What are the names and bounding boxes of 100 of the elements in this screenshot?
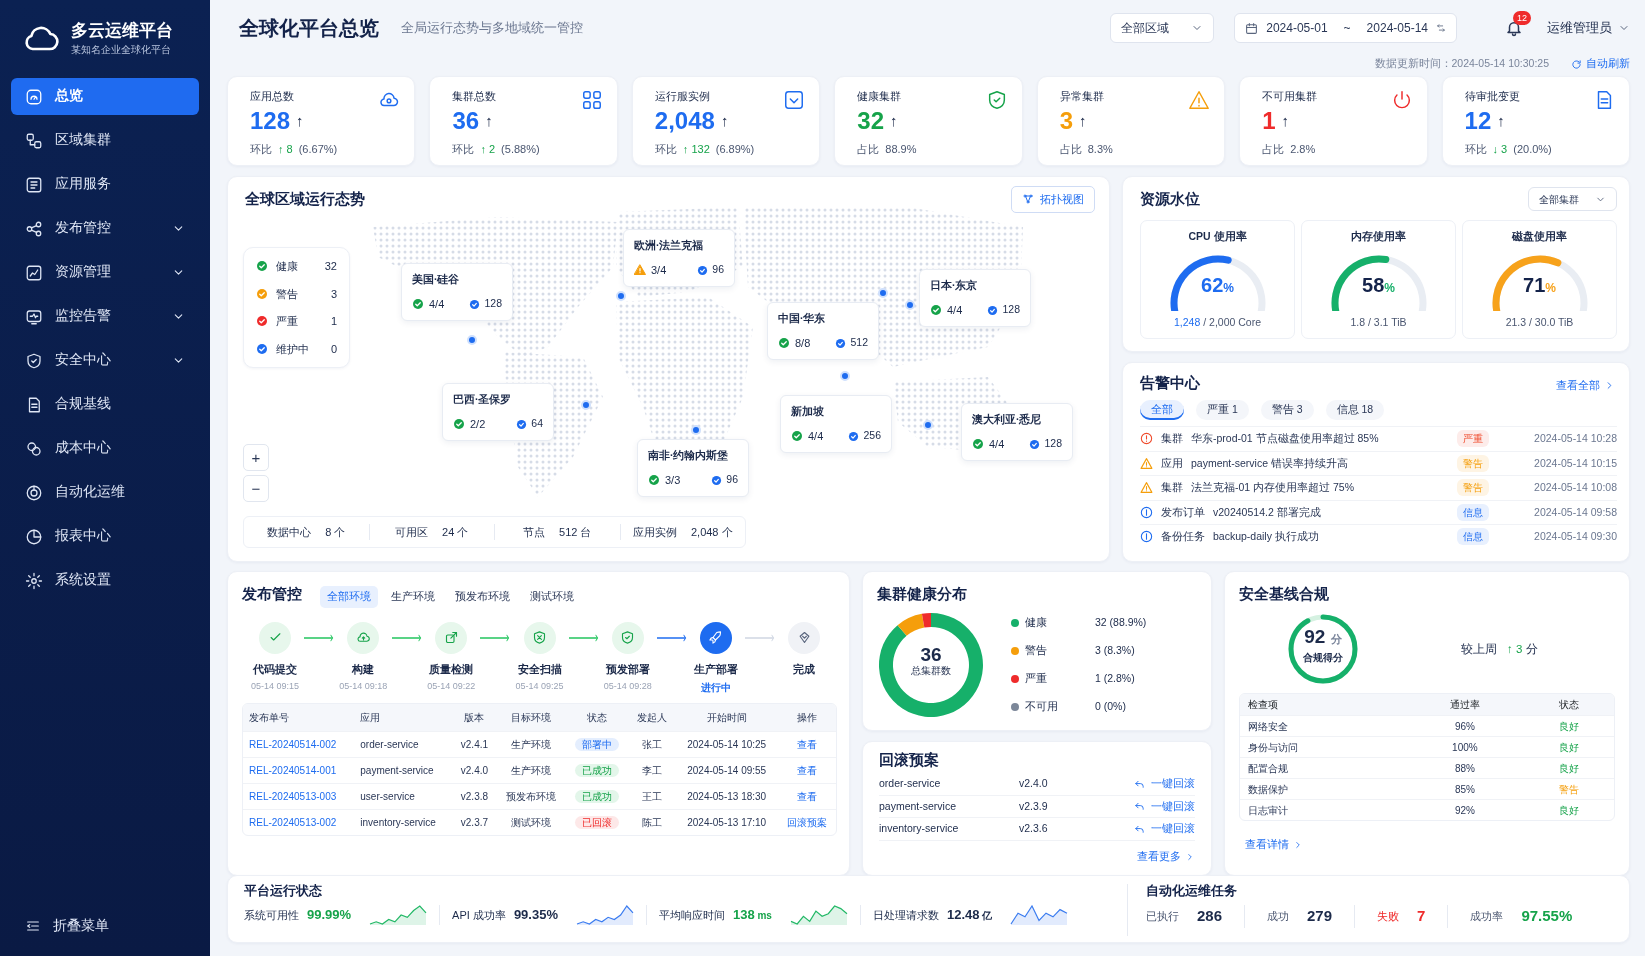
alert-item[interactable]: 应用 payment-service 错误率持续升高 警告 2024-05-14 10:15 <box>1140 450 1617 476</box>
metric-value: 279 <box>1307 906 1333 926</box>
compliance-score: 92 分 <box>1303 627 1343 649</box>
brand-subtitle: 某知名企业全球化平台 <box>71 42 172 57</box>
table-cell: 100% <box>1406 736 1523 758</box>
target-icon <box>25 483 43 502</box>
metric-label: 系统可用性 <box>244 907 299 923</box>
view-all-link[interactable]: 查看全部 <box>1556 377 1615 394</box>
legend-label: 警告 <box>1025 643 1048 659</box>
region-card[interactable]: 美国·硅谷 4/4 128 <box>401 263 513 322</box>
filter-tab[interactable]: 严重 1 <box>1196 400 1249 421</box>
kpi-label: 待审批变更 <box>1464 89 1520 104</box>
zoom-in-button[interactable]: + <box>243 444 269 471</box>
rollback-button[interactable]: 一键回滚 <box>1134 776 1195 792</box>
region-select[interactable]: 全部区域 <box>1110 13 1215 43</box>
sparkline-drawing <box>789 905 848 925</box>
sparkline-drawing <box>369 905 428 925</box>
filter-tab[interactable]: 全部 <box>1140 400 1184 421</box>
region-card[interactable]: 欧洲·法兰克福 3/4 96 <box>623 229 735 288</box>
trend-arrow: ↑ <box>1281 110 1289 131</box>
environment-tab[interactable]: 全部环境 <box>320 586 378 608</box>
action-link[interactable]: 查看 <box>796 791 817 803</box>
compare-value: ↑ 3 分 <box>1507 641 1538 657</box>
stat-value: 512 台 <box>559 524 592 540</box>
table-cell: 2024-05-14 10:25 <box>675 731 778 758</box>
alert-item[interactable]: 发布订单 v20240514.2 部署完成 信息 2024-05-14 09:58 <box>1140 499 1617 525</box>
rollback-button[interactable]: 一键回滚 <box>1134 821 1195 837</box>
release-id-link[interactable]: REL-20240514-002 <box>249 739 337 751</box>
map-pin[interactable] <box>923 420 933 430</box>
map-pin[interactable] <box>467 335 477 345</box>
filter-tab[interactable]: 警告 3 <box>1260 400 1314 421</box>
chart-icon <box>25 263 43 282</box>
legend-value: 3 (8.3%) <box>1095 643 1136 659</box>
alert-item[interactable]: 集群 华东-prod-01 节点磁盘使用率超过 85% 严重 2024-05-14 10:28 <box>1140 426 1617 451</box>
region-card[interactable]: 南非·约翰内斯堡 3/3 96 <box>637 439 749 498</box>
map-pin[interactable] <box>905 300 915 310</box>
region-card[interactable]: 新加坡 4/4 256 <box>780 395 892 454</box>
alert-item[interactable]: 集群 法兰克福-01 内存使用率超过 75% 警告 2024-05-14 10:08 <box>1140 475 1617 500</box>
environment-tab[interactable]: 生产环境 <box>384 586 442 608</box>
environment-tab[interactable]: 预发布环境 <box>448 586 517 608</box>
alert-message: v20240514.2 部署完成 <box>1213 504 1322 520</box>
region-card[interactable]: 中国·华东 8/8 512 <box>767 302 879 361</box>
collapse-menu-button[interactable]: 折叠菜单 <box>11 915 199 936</box>
map-pin[interactable] <box>616 291 626 301</box>
alert-message: payment-service 错误率持续升高 <box>1191 455 1349 471</box>
region-card[interactable]: 澳大利亚·悉尼 4/4 128 <box>961 403 1073 462</box>
table-cell: 85% <box>1406 778 1523 800</box>
kpi-value: 1 <box>1262 106 1276 136</box>
calendar-icon <box>1245 21 1259 35</box>
sidebar-item[interactable]: 应用服务 <box>11 166 199 203</box>
sidebar-item[interactable]: 合规基线 <box>11 386 199 423</box>
sidebar-item[interactable]: 安全中心 <box>11 342 199 379</box>
release-id-link[interactable]: REL-20240514-001 <box>249 765 337 777</box>
auto-refresh-link[interactable]: 自动刷新 <box>1571 56 1630 72</box>
alert-category: 发布订单 <box>1161 504 1205 520</box>
gauge-label: CPU 使用率 <box>1188 229 1247 245</box>
sidebar-item[interactable]: 成本中心 <box>11 430 199 467</box>
release-id-link[interactable]: REL-20240513-002 <box>249 817 337 829</box>
sidebar-item[interactable]: 区域集群 <box>11 122 199 159</box>
table-cell: 生产环境 <box>496 731 566 758</box>
notification-button[interactable]: 12 <box>1499 13 1529 43</box>
cluster-filter-select[interactable]: 全部集群 <box>1528 187 1617 211</box>
map-pin[interactable] <box>878 288 888 298</box>
region-card[interactable]: 巴西·圣保罗 2/2 64 <box>442 383 554 442</box>
date-range-picker[interactable]: 2024-05-01 ~ 2024-05-14 <box>1234 13 1457 43</box>
user-menu[interactable]: 运维管理员 <box>1547 18 1630 38</box>
rollback-button[interactable]: 一键回滚 <box>1134 798 1195 815</box>
sidebar-item[interactable]: 发布管控 <box>11 210 199 247</box>
sidebar-item[interactable]: 监控告警 <box>11 298 199 335</box>
sidebar-item[interactable]: 自动化运维 <box>11 474 199 511</box>
action-link[interactable]: 回滚预案 <box>786 817 827 829</box>
step-label: 代码提交 <box>253 661 297 677</box>
action-link[interactable]: 查看 <box>796 739 817 751</box>
map-pin[interactable] <box>581 400 591 410</box>
table-cell: v2.3.7 <box>452 809 497 836</box>
zoom-out-button[interactable]: − <box>243 475 269 502</box>
map-pin[interactable] <box>840 371 850 381</box>
sidebar-item[interactable]: 报表中心 <box>11 518 199 555</box>
sidebar-item[interactable]: 资源管理 <box>11 254 199 291</box>
map-pin[interactable] <box>691 425 701 435</box>
instance-icon <box>469 298 481 310</box>
action-link[interactable]: 查看 <box>796 765 817 777</box>
region-card[interactable]: 日本·东京 4/4 128 <box>919 269 1031 328</box>
gauge-detail: 21.3 / 30.0 TiB <box>1505 315 1574 331</box>
alert-item[interactable]: 备份任务 backup-daily 执行成功 信息 2024-05-14 09:30 <box>1140 524 1617 549</box>
legend-label: 严重 <box>276 314 298 329</box>
metric-value: 12.48 亿 <box>946 906 993 925</box>
filter-tab[interactable]: 信息 18 <box>1325 400 1385 421</box>
metric-value: 99.99% <box>307 906 352 925</box>
view-details-link[interactable]: 查看详情 <box>1245 837 1303 854</box>
kpi-footer-label: 占比 <box>857 141 880 157</box>
kpi-label: 运行服实例 <box>654 89 710 104</box>
instance-icon <box>1029 438 1041 450</box>
sidebar-item[interactable]: 总览 <box>11 78 199 115</box>
sidebar-item[interactable]: 系统设置 <box>11 562 199 599</box>
table-cell: 网络安全 <box>1240 715 1407 737</box>
environment-tab[interactable]: 测试环境 <box>523 586 581 608</box>
topology-view-button[interactable]: 拓扑视图 <box>1011 186 1095 213</box>
release-id-link[interactable]: REL-20240513-003 <box>249 791 337 803</box>
view-more-link[interactable]: 查看更多 <box>1137 848 1195 865</box>
